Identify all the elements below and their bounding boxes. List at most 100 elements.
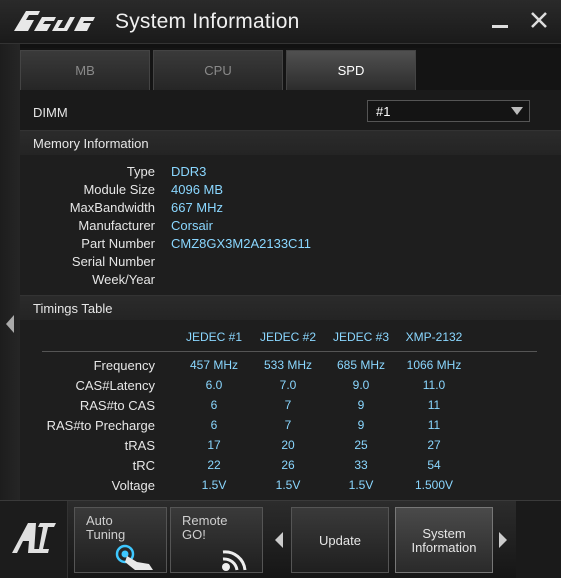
timing-row-trc: tRC 22 26 33 54: [20, 458, 561, 476]
timing-cell: 1.5V: [201, 478, 227, 492]
timings-divider: [42, 351, 537, 352]
timing-cell: 1.500V: [414, 478, 454, 492]
remote-go-button[interactable]: Remote GO!: [170, 507, 263, 573]
dimm-label: DIMM: [33, 105, 68, 120]
timing-cell: 533 MHz: [263, 358, 313, 372]
info-value: CMZ8GX3M2A2133C11: [171, 236, 311, 251]
remote-go-line2: GO!: [182, 527, 206, 542]
info-value: DDR3: [171, 164, 207, 179]
column-header-xmp: XMP-2132: [405, 330, 463, 344]
info-row-part-number: Part Number CMZ8GX3M2A2133C11: [20, 236, 561, 254]
info-value: 667 MHz: [171, 200, 224, 215]
system-information-button[interactable]: System Information: [395, 507, 493, 573]
toolbar-right-edge: [516, 501, 561, 578]
timing-cell: 11.0: [422, 378, 446, 392]
minimize-icon[interactable]: [488, 8, 512, 32]
close-icon[interactable]: [527, 8, 551, 32]
left-arrow-icon[interactable]: [5, 314, 15, 334]
system-information-line2: Information: [411, 540, 477, 555]
info-row-manufacturer: Manufacturer Corsair: [20, 218, 561, 236]
scroll-left-arrow-icon[interactable]: [274, 531, 284, 549]
dimm-select[interactable]: #1: [367, 100, 530, 122]
update-label: Update: [319, 533, 361, 548]
timing-cell: 9: [357, 418, 365, 432]
right-arrow-icon[interactable]: [498, 531, 508, 549]
timing-cell: 685 MHz: [336, 358, 386, 372]
timing-cell: 6: [210, 398, 218, 412]
timing-cell: 11: [427, 398, 441, 412]
wifi-remote-icon: [222, 550, 247, 571]
info-row-max-bandwidth: MaxBandwidth 667 MHz: [20, 200, 561, 218]
update-button[interactable]: Update: [291, 507, 389, 573]
timing-cell: 9: [357, 398, 365, 412]
info-label: Part Number: [81, 236, 155, 251]
info-value: Corsair: [171, 218, 213, 233]
info-row-serial-number: Serial Number: [20, 254, 561, 272]
timing-row-ras-to-cas: RAS#to CAS 6 7 9 11: [20, 398, 561, 416]
auto-tuning-line1: Auto: [86, 513, 113, 528]
timing-cell: 457 MHz: [189, 358, 239, 372]
column-header-jedec3: JEDEC #3: [332, 330, 390, 344]
timing-cell: 20: [281, 438, 295, 452]
ai-suite-logo[interactable]: [0, 501, 68, 578]
info-value: 4096 MB: [171, 182, 224, 197]
timing-label: tRAS: [124, 438, 155, 453]
left-sidebar-strip: [0, 44, 20, 500]
timing-label: tRC: [132, 458, 155, 473]
timing-label: Voltage: [111, 478, 155, 493]
dimm-selected-value: #1: [376, 104, 391, 119]
remote-go-line1: Remote: [182, 513, 228, 528]
timing-label: RAS#to CAS: [79, 398, 155, 413]
timings-table-header: Timings Table: [20, 295, 561, 320]
info-row-module-size: Module Size 4096 MB: [20, 182, 561, 200]
timing-cell: 22: [207, 458, 221, 472]
tab-cpu[interactable]: CPU: [153, 50, 283, 90]
tab-spd[interactable]: SPD: [286, 50, 416, 90]
touch-hand-icon: [115, 544, 153, 570]
ai-suite-logo-icon: [12, 523, 56, 553]
timings-table-title: Timings Table: [33, 301, 113, 316]
timing-label: RAS#to Precharge: [46, 418, 155, 433]
timing-cell: 27: [427, 438, 441, 452]
timing-cell: 1.5V: [348, 478, 374, 492]
dropdown-caret-icon: [511, 107, 523, 115]
spd-panel: DIMM #1 Memory Information Type DDR3 Mod…: [20, 90, 561, 500]
tab-bar: MB CPU SPD: [20, 48, 561, 90]
auto-tuning-button[interactable]: Auto Tuning: [74, 507, 167, 573]
memory-information-header: Memory Information: [20, 130, 561, 155]
timing-row-cas-latency: CAS#Latency 6.0 7.0 9.0 11.0: [20, 378, 561, 396]
timing-label: CAS#Latency: [75, 378, 156, 393]
timing-cell: 1.5V: [275, 478, 301, 492]
timing-cell: 6: [210, 418, 218, 432]
info-label: Serial Number: [71, 254, 155, 269]
timing-label: Frequency: [93, 358, 155, 373]
timing-cell: 7: [284, 418, 292, 432]
tab-mb[interactable]: MB: [20, 50, 150, 90]
timing-row-tras: tRAS 17 20 25 27: [20, 438, 561, 456]
timing-cell: 26: [281, 458, 295, 472]
timing-cell: 7: [284, 398, 292, 412]
timing-cell: 1066 MHz: [406, 358, 462, 372]
info-row-week-year: Week/Year: [20, 272, 561, 290]
timing-row-voltage: Voltage 1.5V 1.5V 1.5V 1.500V: [20, 478, 561, 496]
info-label: Module Size: [83, 182, 155, 197]
timing-row-ras-to-precharge: RAS#to Precharge 6 7 9 11: [20, 418, 561, 436]
timing-cell: 25: [354, 438, 368, 452]
auto-tuning-label: Auto Tuning: [86, 514, 125, 542]
info-label: MaxBandwidth: [69, 200, 155, 215]
dimm-row: DIMM #1: [20, 90, 561, 130]
column-header-jedec2: JEDEC #2: [259, 330, 317, 344]
bottom-toolbar: Auto Tuning Remote GO! Update System Inf…: [0, 500, 561, 578]
timing-cell: 54: [427, 458, 441, 472]
timing-cell: 6.0: [205, 378, 223, 392]
timing-cell: 7.0: [279, 378, 297, 392]
info-label: Week/Year: [92, 272, 155, 287]
timing-cell: 9.0: [352, 378, 370, 392]
timing-cell: 11: [427, 418, 441, 432]
window-title: System Information: [115, 10, 300, 33]
timing-row-frequency: Frequency 457 MHz 533 MHz 685 MHz 1066 M…: [20, 358, 561, 376]
timing-cell: 17: [207, 438, 221, 452]
asus-logo: [14, 11, 95, 31]
info-label: Type: [126, 164, 155, 179]
system-information-line1: System: [422, 526, 466, 541]
